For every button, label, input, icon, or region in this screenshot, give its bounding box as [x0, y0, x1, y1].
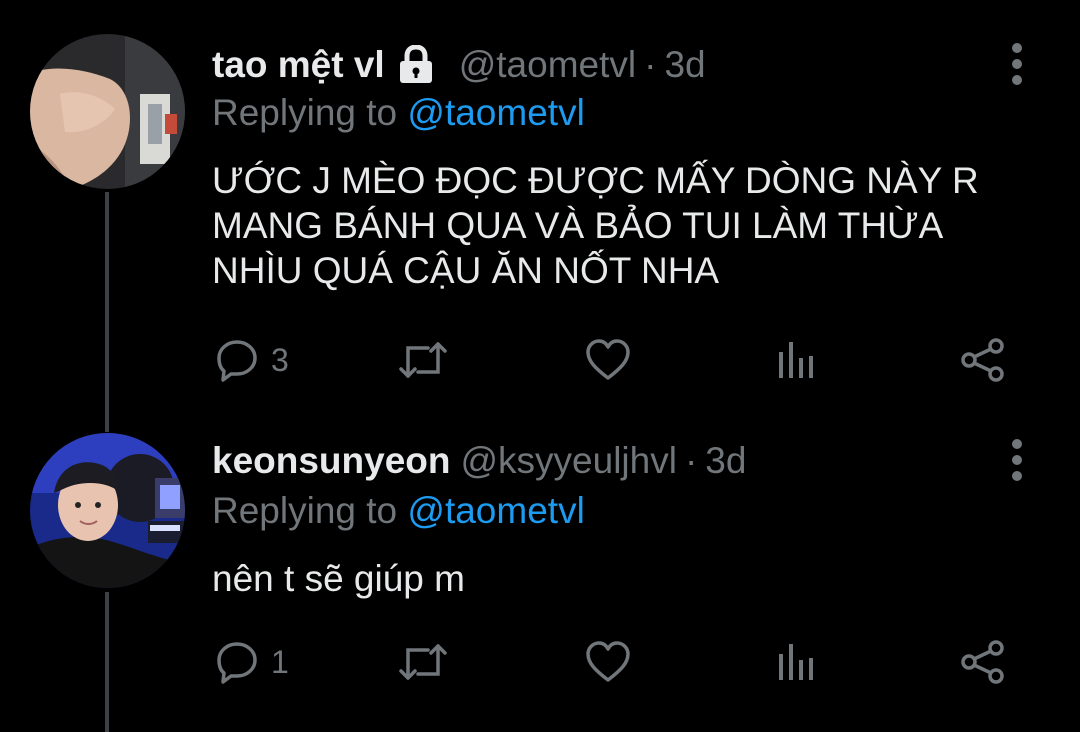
- reply-button[interactable]: 1: [215, 640, 289, 684]
- tweet-text: ƯỚC J MÈO ĐỌC ĐƯỢC MẤY DÒNG NÀY R MANG B…: [212, 158, 1032, 293]
- retweet-icon: [398, 338, 448, 382]
- reply-icon: [215, 338, 259, 382]
- tweet-text: nên t sẽ giúp m: [212, 556, 1032, 601]
- tweet-text-line: nên t sẽ giúp m: [212, 558, 465, 599]
- retweet-button[interactable]: [398, 640, 448, 684]
- separator-dot: ·: [684, 440, 698, 481]
- timestamp[interactable]: 3d: [705, 440, 746, 482]
- display-name[interactable]: keonsunyeon: [212, 440, 451, 482]
- separator-dot: ·: [644, 44, 657, 85]
- tweet-header: tao mệt vl @taometvl · 3d: [212, 42, 706, 88]
- retweet-icon: [398, 640, 448, 684]
- tweet-text-line: MANG BÁNH QUA VÀ BẢO TUI LÀM THỪA: [212, 205, 944, 246]
- share-button[interactable]: [960, 338, 1006, 382]
- mention-link[interactable]: @taometvl: [407, 490, 584, 531]
- analytics-icon: [776, 338, 816, 382]
- more-vertical-icon[interactable]: [1005, 438, 1029, 482]
- analytics-button[interactable]: [776, 640, 816, 684]
- share-icon: [960, 640, 1006, 684]
- handle[interactable]: @taometvl: [459, 44, 636, 86]
- lock-icon: [397, 44, 435, 85]
- avatar[interactable]: [30, 433, 185, 588]
- analytics-icon: [776, 640, 816, 684]
- like-button[interactable]: [585, 640, 631, 684]
- reply-count: 1: [271, 643, 289, 680]
- action-bar: 3: [0, 338, 1080, 382]
- reply-button[interactable]: 3: [215, 338, 289, 382]
- tweet[interactable]: tao mệt vl @taometvl · 3d Replying to @t…: [0, 0, 1080, 400]
- timestamp[interactable]: 3d: [664, 44, 705, 86]
- replying-prefix: Replying to: [212, 490, 398, 531]
- action-bar: 1: [0, 640, 1080, 684]
- reply-icon: [215, 640, 259, 684]
- heart-icon: [585, 338, 631, 382]
- heart-icon: [585, 640, 631, 684]
- avatar[interactable]: [30, 34, 185, 189]
- display-name[interactable]: tao mệt vl: [212, 44, 385, 86]
- more-vertical-icon[interactable]: [1005, 42, 1029, 86]
- like-button[interactable]: [585, 338, 631, 382]
- replying-prefix: Replying to: [212, 92, 398, 133]
- mention-link[interactable]: @taometvl: [407, 92, 584, 133]
- analytics-button[interactable]: [776, 338, 816, 382]
- replying-to: Replying to @taometvl: [212, 92, 585, 134]
- share-button[interactable]: [960, 640, 1006, 684]
- reply-count: 3: [271, 341, 289, 378]
- retweet-button[interactable]: [398, 338, 448, 382]
- share-icon: [960, 338, 1006, 382]
- replying-to: Replying to @taometvl: [212, 490, 585, 532]
- tweet-header: keonsunyeon @ksyyeuljhvl · 3d: [212, 438, 746, 484]
- tweet-text-line: NHÌU QUÁ CẬU ĂN NỐT NHA: [212, 250, 720, 291]
- tweet-text-line: ƯỚC J MÈO ĐỌC ĐƯỢC MẤY DÒNG NÀY R: [212, 160, 979, 201]
- tweet[interactable]: keonsunyeon @ksyyeuljhvl · 3d Replying t…: [0, 400, 1080, 723]
- handle[interactable]: @ksyyeuljhvl: [461, 440, 677, 482]
